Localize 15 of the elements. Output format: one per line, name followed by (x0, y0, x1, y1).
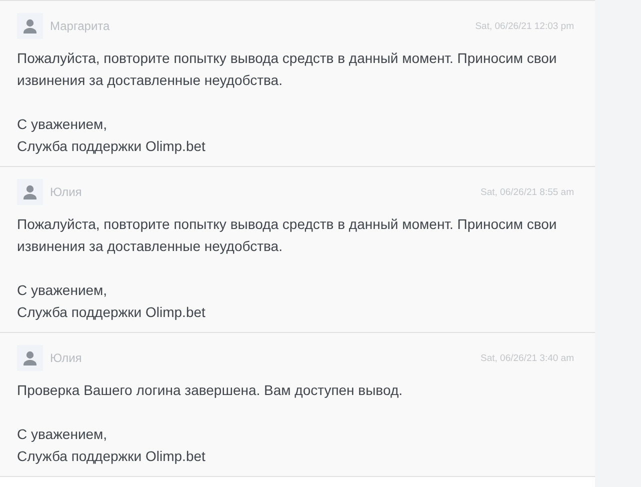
signature-line: С уважением, (17, 425, 108, 444)
signature-line: Служба поддержки Olimp.bet (17, 447, 206, 466)
user-icon (17, 13, 43, 39)
message-text: Пожалуйста, повторите попытку вывода средств в данный момент. Приносим свои извинения за доставленные неудобства. (17, 215, 558, 256)
signature-line: Служба поддержки Olimp.bet (17, 137, 206, 156)
message-text: Пожалуйста, повторите попытку вывода средств в данный момент. Приносим свои извинения за доставленные неудобства. (17, 49, 558, 90)
user-icon (17, 345, 43, 371)
user-icon (17, 179, 43, 205)
author-name: Маргарита (50, 19, 110, 33)
signature-line: Служба поддержки Olimp.bet (17, 303, 206, 322)
signature-line: С уважением, (17, 115, 108, 134)
author-name: Юлия (50, 185, 82, 199)
signature-line: С уважением, (17, 281, 108, 300)
author-name: Юлия (50, 351, 82, 365)
message-text: Проверка Вашего логина завершена. Вам доступен вывод. (17, 381, 404, 400)
